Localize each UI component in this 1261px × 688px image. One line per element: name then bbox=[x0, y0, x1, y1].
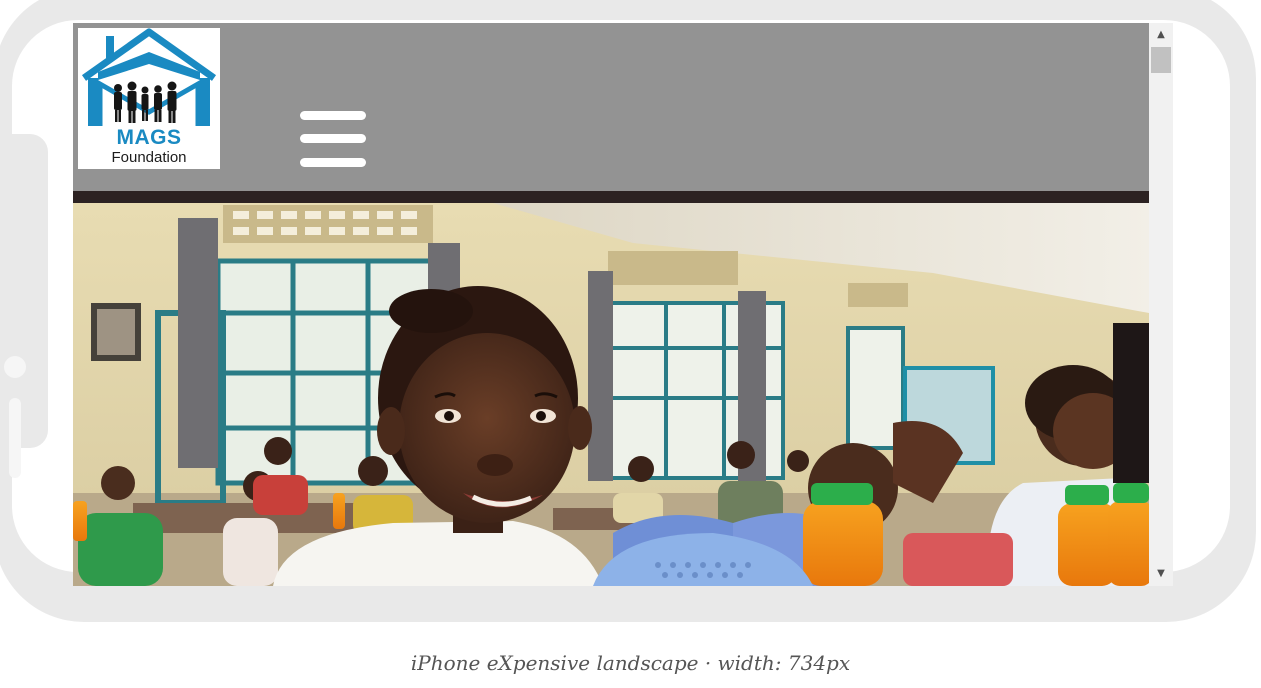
device-screen: MAGS Foundation ▲ ▼ bbox=[73, 23, 1173, 586]
hero-image bbox=[73, 203, 1149, 586]
device-caption: iPhone eXpensive landscape · width: 734p… bbox=[410, 651, 851, 675]
phone-notch bbox=[0, 134, 48, 478]
hamburger-menu-icon[interactable] bbox=[300, 111, 368, 171]
scrollbar-thumb[interactable] bbox=[1151, 47, 1171, 73]
vertical-scrollbar[interactable]: ▲ ▼ bbox=[1149, 23, 1173, 586]
header-border bbox=[73, 191, 1149, 203]
scroll-up-arrow-icon[interactable]: ▲ bbox=[1149, 25, 1173, 45]
scroll-down-arrow-icon[interactable]: ▼ bbox=[1149, 564, 1173, 584]
logo-subtitle: Foundation bbox=[111, 149, 187, 166]
site-header: MAGS Foundation bbox=[73, 23, 1149, 191]
classroom-photo bbox=[73, 203, 1149, 586]
camera-dot bbox=[4, 356, 26, 378]
mags-foundation-logo[interactable]: MAGS Foundation bbox=[78, 28, 220, 169]
house-family-icon bbox=[81, 28, 217, 126]
speaker-slot bbox=[9, 398, 21, 478]
logo-name: MAGS bbox=[116, 126, 182, 149]
